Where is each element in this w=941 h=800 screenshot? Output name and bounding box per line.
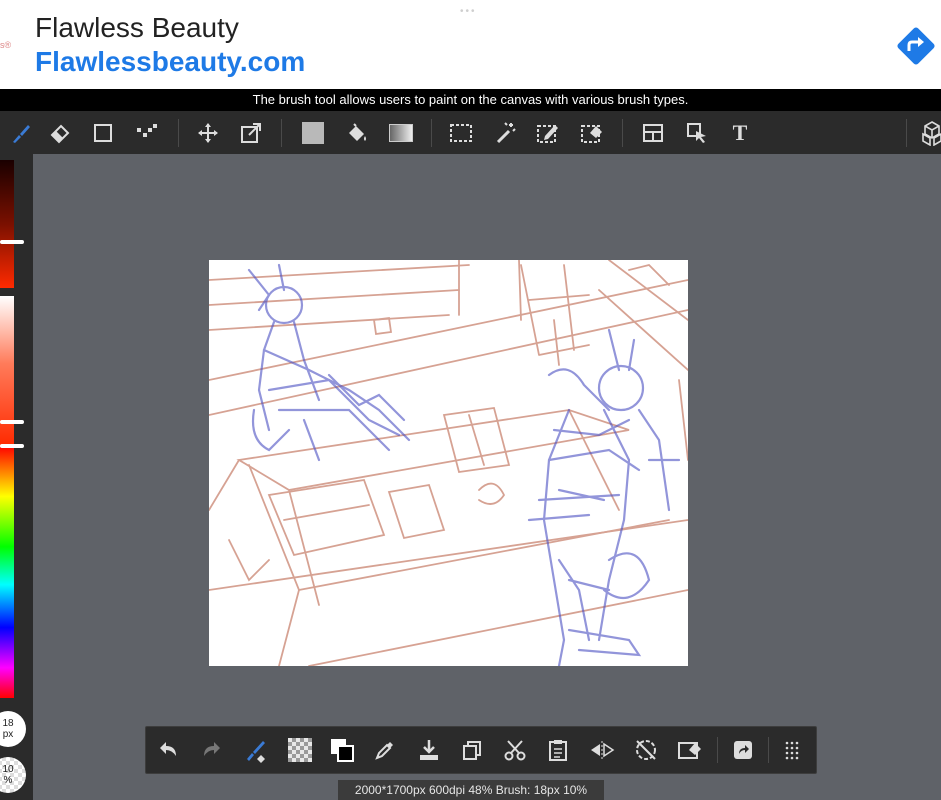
ad-banner[interactable]: ••• s® Flawless Beauty Flawlessbeauty.co… [0,0,941,89]
brush-settings-icon[interactable] [238,727,274,773]
canvas-status: 2000*1700px 600dpi 48% Brush: 18px 10% [338,780,604,800]
brightness-slider-handle[interactable] [0,240,24,244]
3d-cube-icon[interactable] [912,111,941,154]
brush-opacity-value: 10 [2,764,14,775]
select-eraser-icon[interactable] [572,111,612,154]
rectangle-icon[interactable] [83,111,123,154]
text-icon[interactable]: T [720,111,760,154]
swap-colors-icon[interactable] [324,727,360,773]
select-layer-icon[interactable] [677,111,717,154]
brush-size-value: 18 [2,718,14,729]
ad-url[interactable]: Flawlessbeauty.com [35,46,305,78]
drawing-canvas[interactable] [208,259,689,668]
color-panel: 18 px 10 % [0,154,33,800]
ad-mark: s® [0,40,12,50]
saturation-slider-handle[interactable] [0,420,24,424]
clear-icon[interactable] [672,727,708,773]
rotate-disabled-icon[interactable] [628,727,664,773]
redo-icon[interactable] [194,727,230,773]
brush-opacity-unit: % [3,775,13,786]
select-pen-icon[interactable] [528,111,568,154]
eyedropper-icon[interactable] [367,727,403,773]
gradient-icon[interactable] [381,111,421,154]
brush-opacity-control[interactable]: 10 % [0,757,26,793]
cut-icon[interactable] [497,727,533,773]
toolbar-divider [178,119,179,147]
toolbar-divider [768,737,769,763]
more-grid-icon[interactable] [774,727,810,773]
eraser-icon[interactable] [40,111,80,154]
transform-icon[interactable] [231,111,271,154]
toolbar-divider [281,119,282,147]
bottom-toolbar [145,726,817,774]
move-icon[interactable] [188,111,228,154]
download-icon[interactable] [411,727,447,773]
select-rect-icon[interactable] [441,111,481,154]
brush-size-control[interactable]: 18 px [0,711,26,747]
top-toolbar: T [0,111,941,154]
paint-bucket-icon[interactable] [337,111,377,154]
brightness-slider[interactable] [0,160,14,288]
fill-color-icon[interactable] [293,111,333,154]
dots-pattern-icon[interactable] [127,111,167,154]
toolbar-divider [717,737,718,763]
tool-tooltip: The brush tool allows users to paint on … [0,89,941,111]
undo-icon[interactable] [150,727,186,773]
ad-drag-handle: ••• [460,6,477,17]
share-icon[interactable] [725,727,761,773]
hue-slider[interactable] [0,446,14,698]
brush-size-unit: px [2,729,14,740]
text-tool-label: T [732,119,748,145]
brush-icon[interactable] [0,111,40,154]
toolbar-divider [431,119,432,147]
toolbar-divider [622,119,623,147]
sketch-artwork [208,259,689,668]
transparency-icon[interactable] [282,727,318,773]
flip-icon[interactable] [584,727,620,773]
paste-icon[interactable] [540,727,576,773]
toolbar-divider [906,119,907,147]
ad-title[interactable]: Flawless Beauty [35,12,239,44]
frame-divider-icon[interactable] [633,111,673,154]
magic-wand-icon[interactable] [486,111,526,154]
directions-arrow-icon[interactable] [893,23,939,69]
copy-icon[interactable] [454,727,490,773]
hue-slider-handle[interactable] [0,444,24,448]
